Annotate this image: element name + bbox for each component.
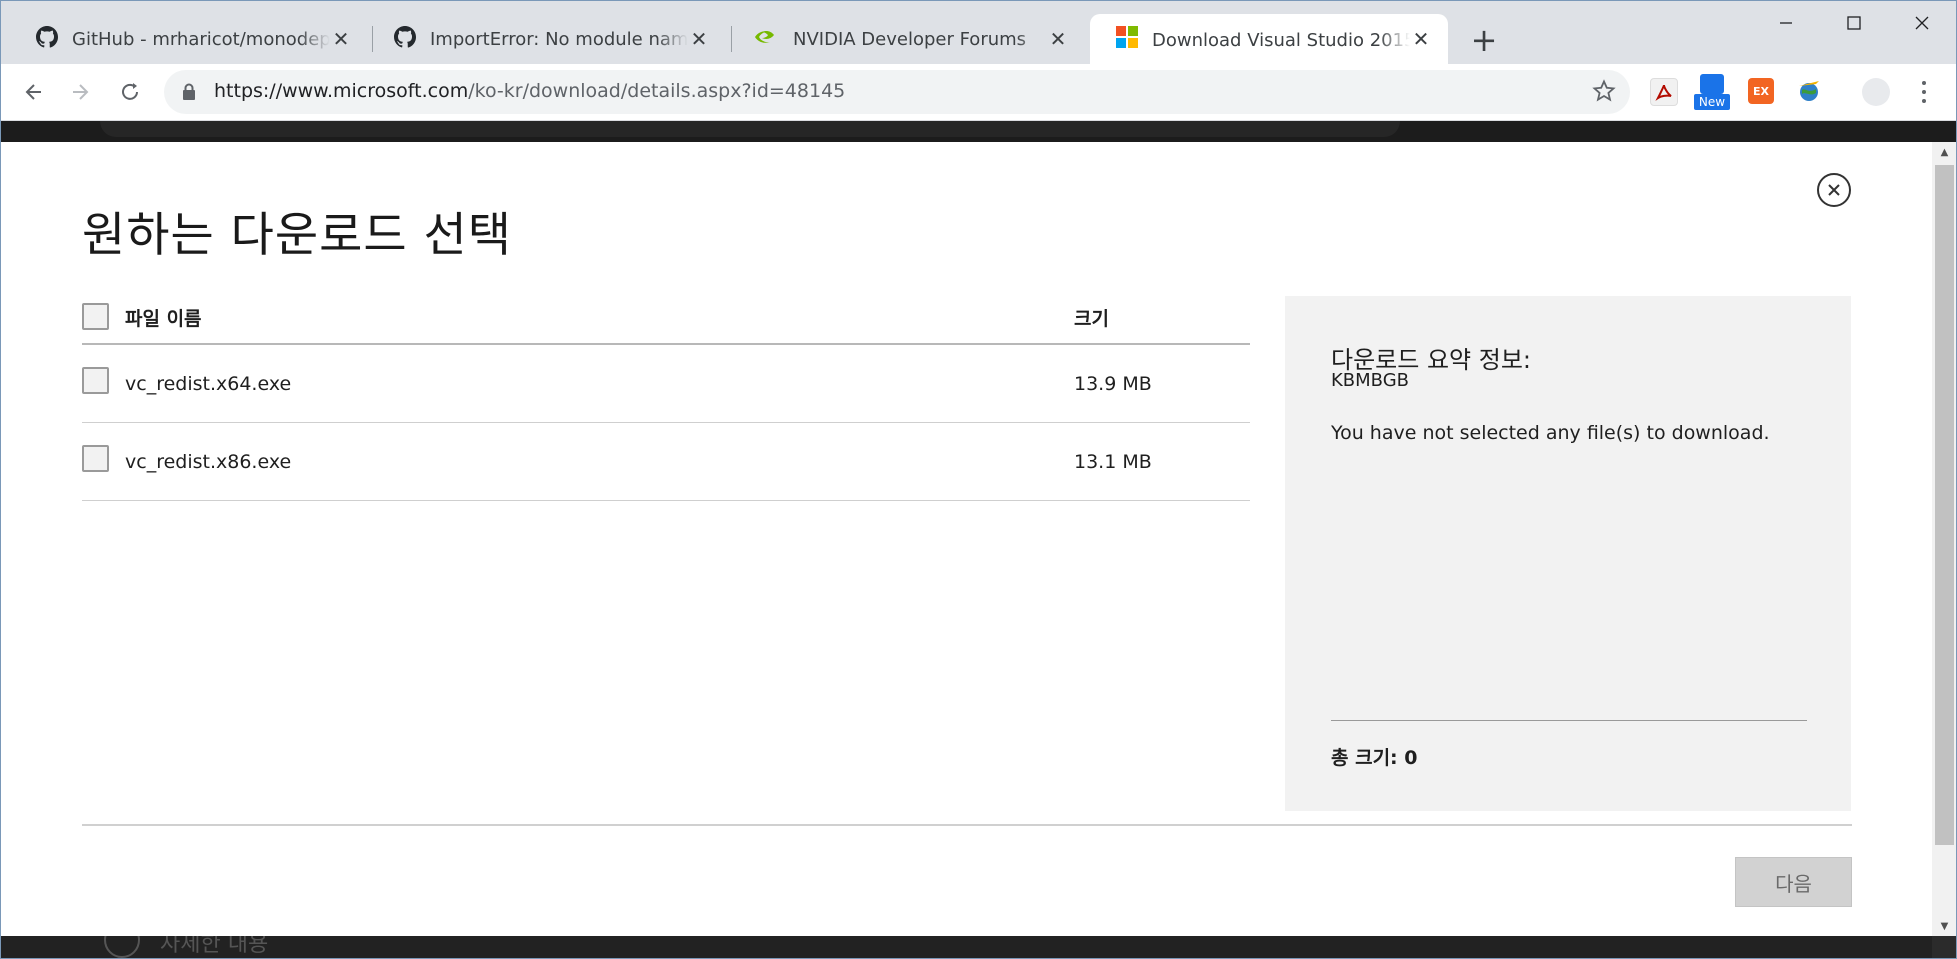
ex-extension-icon[interactable]: EX: [1748, 78, 1774, 104]
summary-total-size: 총 크기: 0: [1331, 747, 1418, 769]
more-menu-icon[interactable]: [1914, 78, 1934, 106]
partial-page-text: 자세한 내용: [160, 936, 269, 957]
table-row: vc_redist.x64.exe 13.9 MB: [82, 345, 1250, 423]
scrollbar-thumb[interactable]: [1935, 165, 1954, 845]
tab-title: NVIDIA Developer Forums: [793, 28, 1027, 50]
tab-close-icon[interactable]: ✕: [330, 27, 352, 51]
globe-extension-icon[interactable]: [1796, 78, 1822, 104]
minimize-window-icon[interactable]: [1752, 0, 1820, 46]
url-host: https://www.microsoft.com: [214, 80, 469, 102]
scroll-up-arrow-icon[interactable]: ▲: [1932, 142, 1957, 162]
adobe-acrobat-icon[interactable]: [1650, 78, 1678, 106]
file-size: 13.9 MB: [1074, 373, 1152, 395]
tab-import-error[interactable]: ImportError: No module named ✕: [368, 14, 726, 64]
tab-github-monodepth[interactable]: GitHub - mrharicot/monodepth ✕: [10, 14, 368, 64]
file-checkbox-x64[interactable]: [82, 367, 109, 394]
select-all-checkbox[interactable]: [82, 303, 109, 330]
tab-strip: GitHub - mrharicot/monodepth ✕ ImportErr…: [0, 0, 1957, 64]
tab-close-icon[interactable]: ✕: [1047, 27, 1069, 51]
summary-units: KBMBGB: [1331, 370, 1410, 391]
page-hero-strip: [0, 121, 1957, 142]
file-name: vc_redist.x64.exe: [125, 373, 292, 395]
summary-message: You have not selected any file(s) to dow…: [1331, 422, 1770, 444]
tab-nvidia-forums[interactable]: NVIDIA Developer Forums ✕: [727, 14, 1085, 64]
dialog-heading: 원하는 다운로드 선택: [82, 208, 513, 263]
github-icon: [36, 25, 59, 53]
microsoft-icon: [1116, 25, 1138, 53]
column-header-file-name: 파일 이름: [125, 308, 202, 330]
table-header-row: 파일 이름 크기: [82, 290, 1250, 345]
reload-icon[interactable]: [112, 74, 148, 110]
back-arrow-icon[interactable]: [16, 74, 52, 110]
dialog-close-icon[interactable]: [1817, 173, 1851, 207]
browser-toolbar: https://www.microsoft.com/ko-kr/download…: [0, 64, 1957, 121]
tab-title: Download Visual Studio 2015용: [1152, 30, 1410, 51]
tab-title: GitHub - mrharicot/monodepth: [72, 28, 330, 50]
file-checkbox-x86[interactable]: [82, 445, 109, 472]
url-path: /ko-kr/download/details.aspx?id=48145: [468, 80, 846, 102]
ex-extension-label: EX: [1753, 84, 1769, 98]
tab-download-visual-studio[interactable]: Download Visual Studio 2015용 ✕: [1090, 14, 1448, 64]
summary-divider: [1331, 720, 1807, 721]
file-table: 파일 이름 크기 vc_redist.x64.exe 13.9 MB vc_re…: [82, 290, 1250, 501]
file-size: 13.1 MB: [1074, 451, 1152, 473]
scroll-down-arrow-icon[interactable]: ▼: [1932, 916, 1957, 936]
maximize-window-icon[interactable]: [1820, 0, 1888, 46]
new-badge-label: New: [1694, 94, 1730, 110]
tab-close-icon[interactable]: ✕: [688, 27, 710, 51]
page-scrollbar[interactable]: ▲ ▼: [1932, 142, 1957, 936]
forward-arrow-icon[interactable]: [62, 74, 98, 110]
nvidia-icon: [753, 28, 779, 51]
download-summary-panel: 다운로드 요약 정보: KBMBGB You have not selected…: [1285, 296, 1851, 811]
address-bar[interactable]: https://www.microsoft.com/ko-kr/download…: [164, 70, 1630, 114]
dialog-footer-divider: [82, 824, 1852, 826]
file-name: vc_redist.x86.exe: [125, 451, 292, 473]
column-header-size: 크기: [1074, 308, 1109, 330]
table-row: vc_redist.x86.exe 13.1 MB: [82, 423, 1250, 501]
github-icon: [394, 25, 417, 53]
new-badge-extension-icon[interactable]: New: [1694, 74, 1730, 112]
page-bottom-strip: 자세한 내용: [0, 936, 1932, 959]
tab-close-icon[interactable]: ✕: [1410, 27, 1432, 51]
bookmark-star-icon[interactable]: [1592, 79, 1616, 107]
next-button[interactable]: 다음: [1735, 857, 1852, 907]
expand-circle-icon: [104, 936, 140, 958]
close-window-icon[interactable]: [1888, 0, 1956, 46]
lock-icon[interactable]: [182, 83, 196, 104]
new-tab-button[interactable]: +: [1466, 22, 1502, 58]
url-text: https://www.microsoft.com/ko-kr/download…: [214, 80, 845, 102]
profile-avatar-icon[interactable]: [1862, 78, 1890, 106]
tab-title: ImportError: No module named: [430, 28, 688, 50]
